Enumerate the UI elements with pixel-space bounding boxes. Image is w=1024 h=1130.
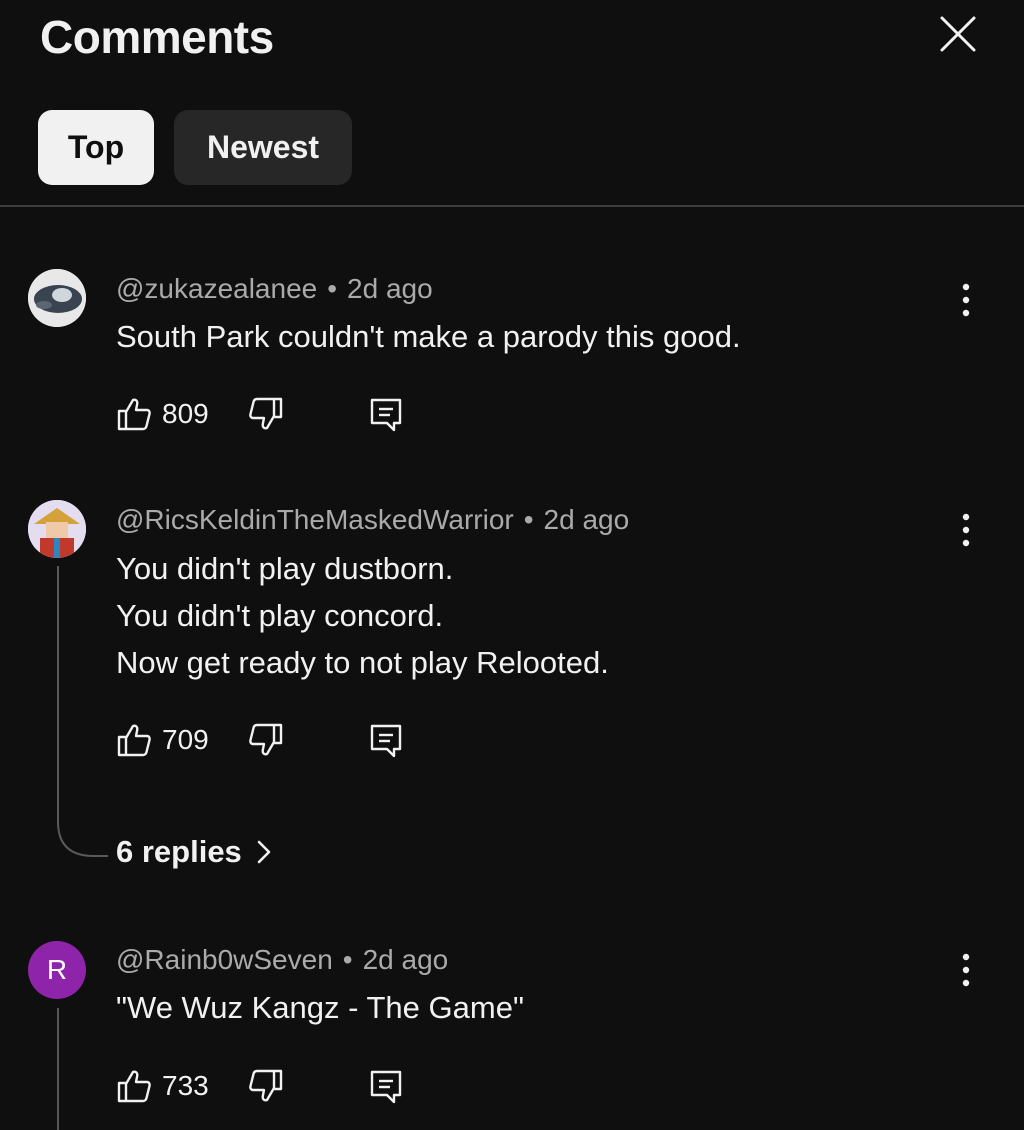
comment-line: You didn't play concord. bbox=[116, 598, 444, 633]
comment-text: South Park couldn't make a parody this g… bbox=[116, 313, 741, 360]
like-count: 709 bbox=[162, 724, 209, 755]
reply-icon[interactable] bbox=[368, 722, 404, 758]
close-icon[interactable] bbox=[936, 12, 980, 56]
comment-author[interactable]: @RicsKeldinTheMaskedWarrior bbox=[116, 504, 514, 535]
comment-time: 2d ago bbox=[347, 273, 433, 304]
tab-top[interactable]: Top bbox=[38, 110, 154, 185]
comment-actions: 809 bbox=[116, 396, 416, 436]
comment-text: You didn't play dustborn. You didn't pla… bbox=[116, 545, 609, 686]
view-replies-button[interactable]: 6 replies bbox=[116, 834, 274, 870]
avatar-image bbox=[28, 269, 86, 327]
comment-line: "We Wuz Kangz - The Game" bbox=[116, 990, 524, 1025]
tab-newest[interactable]: Newest bbox=[174, 110, 352, 185]
meta-separator: • bbox=[327, 273, 338, 304]
comment-line: Now get ready to not play Relooted. bbox=[116, 645, 609, 680]
like-count: 733 bbox=[162, 1070, 209, 1101]
sort-chips: Top Newest bbox=[38, 110, 352, 185]
more-vert-icon[interactable] bbox=[950, 278, 982, 322]
chevron-right-icon bbox=[257, 840, 271, 864]
thumbs-up-icon[interactable] bbox=[116, 722, 152, 758]
reply-icon[interactable] bbox=[368, 1068, 404, 1104]
avatar[interactable]: R bbox=[28, 941, 86, 999]
more-vert-icon[interactable] bbox=[950, 508, 982, 552]
comment-line: You didn't play dustborn. bbox=[116, 551, 454, 586]
comment-actions: 733 bbox=[116, 1068, 416, 1108]
like-count: 809 bbox=[162, 398, 209, 429]
comment-actions: 709 bbox=[116, 722, 416, 762]
thumbs-down-icon[interactable] bbox=[248, 1068, 284, 1104]
avatar[interactable] bbox=[28, 500, 86, 558]
thumbs-down-icon[interactable] bbox=[248, 396, 284, 432]
more-vert-icon[interactable] bbox=[950, 948, 982, 992]
meta-separator: • bbox=[342, 944, 353, 975]
comment-author[interactable]: @zukazealanee bbox=[116, 273, 317, 304]
thread-connector bbox=[57, 1008, 59, 1130]
page-title: Comments bbox=[40, 11, 274, 63]
thread-connector bbox=[57, 566, 108, 857]
avatar[interactable] bbox=[28, 269, 86, 327]
comment-meta: @zukazealanee • 2d ago bbox=[116, 273, 433, 305]
comment-meta: @Rainb0wSeven • 2d ago bbox=[116, 944, 448, 976]
comment-text: "We Wuz Kangz - The Game" bbox=[116, 984, 524, 1031]
thumbs-up-icon[interactable] bbox=[116, 1068, 152, 1104]
avatar-image bbox=[28, 500, 86, 558]
meta-separator: • bbox=[523, 504, 534, 535]
comment-time: 2d ago bbox=[362, 944, 449, 975]
comment-line: South Park couldn't make a parody this g… bbox=[116, 319, 741, 354]
comment-time: 2d ago bbox=[543, 504, 630, 535]
thumbs-down-icon[interactable] bbox=[248, 722, 284, 758]
comment-author[interactable]: @Rainb0wSeven bbox=[116, 944, 333, 975]
header-divider bbox=[0, 205, 1024, 207]
reply-icon[interactable] bbox=[368, 396, 404, 432]
comment-meta: @RicsKeldinTheMaskedWarrior • 2d ago bbox=[116, 504, 629, 536]
replies-label: 6 replies bbox=[116, 834, 242, 869]
thumbs-up-icon[interactable] bbox=[116, 396, 152, 432]
